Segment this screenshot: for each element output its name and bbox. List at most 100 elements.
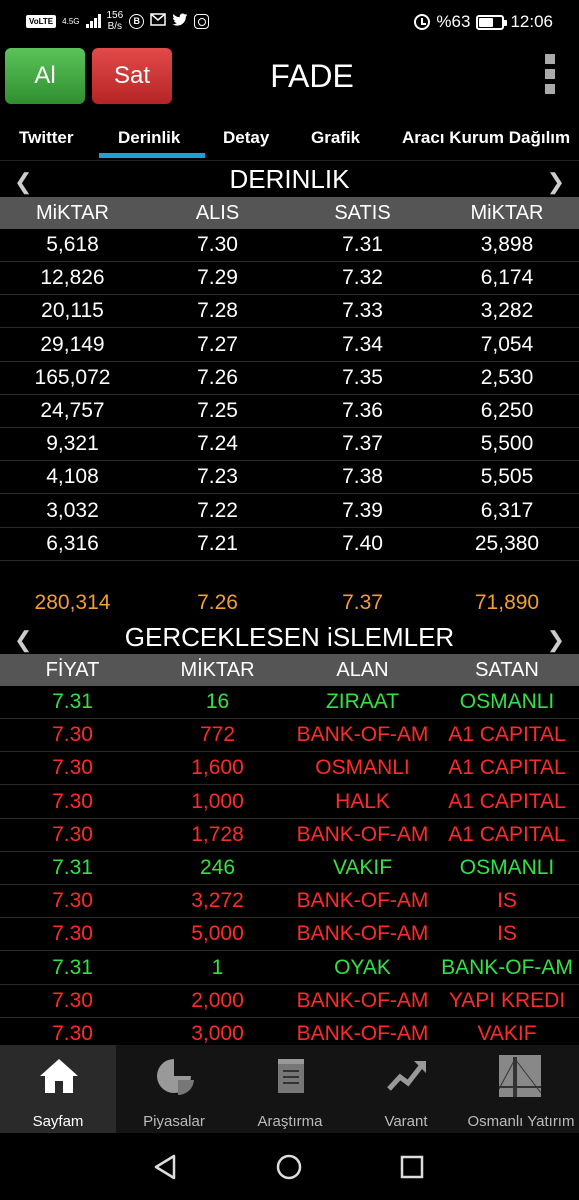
depth-totals: 280,314 7.26 7.37 71,890: [0, 587, 579, 620]
trade-seller: OSMANLI: [459, 856, 555, 879]
nav-sayfam[interactable]: Sayfam: [0, 1045, 116, 1133]
col-price: FİYAT: [45, 659, 100, 681]
trade-price: 7.31: [52, 690, 93, 713]
signal-icon: [85, 14, 101, 28]
trade-buyer: OSMANLI: [315, 756, 410, 780]
depth-title: DERINLIK: [229, 164, 350, 194]
trade-qty: 5,000: [191, 922, 244, 946]
bid-price: 7.23: [197, 465, 238, 489]
trade-seller: IS: [497, 922, 517, 946]
trade-qty: 3,000: [191, 1022, 244, 1045]
depth-row: 4,108 7.23 7.38 5,505: [0, 461, 579, 495]
sell-button[interactable]: Sat: [92, 48, 172, 104]
twitter-icon: [172, 13, 188, 30]
trade-qty: 1,600: [191, 756, 244, 780]
trade-row[interactable]: 7.31 1 OYAK BANK-OF-AM: [0, 952, 579, 985]
ask-price: 7.39: [342, 498, 383, 522]
battery-percent: %63: [436, 12, 471, 31]
col-seller: SATAN: [475, 659, 539, 681]
network-speed: 156 B/s: [107, 10, 124, 32]
bid-price: 7.29: [197, 266, 238, 290]
home-icon: [40, 1059, 78, 1093]
trades-column-header: FİYAT MİKTAR ALAN SATAN: [0, 654, 579, 686]
trade-buyer: BANK-OF-AM: [296, 889, 429, 913]
trade-row[interactable]: 7.31 16 ZIRAAT OSMANLI: [0, 686, 579, 719]
trade-row[interactable]: 7.30 772 BANK-OF-AM A1 CAPITAL: [0, 719, 579, 753]
trade-price: 7.30: [52, 889, 93, 913]
nav-arastirma[interactable]: Araştırma: [232, 1045, 348, 1133]
trade-row[interactable]: 7.30 2,000 BANK-OF-AM YAPI KREDI: [0, 985, 579, 1018]
alarm-icon: [414, 14, 431, 30]
trade-buyer: HALK: [335, 789, 390, 813]
trade-price: 7.31: [52, 955, 93, 979]
trade-qty: 3,272: [191, 889, 244, 913]
trade-buyer: BANK-OF-AM: [296, 723, 429, 747]
ask-price: 7.32: [342, 266, 383, 290]
trade-buyer: OYAK: [334, 955, 391, 979]
ask-qty: 25,380: [474, 531, 540, 555]
kebab-menu-icon[interactable]: [543, 54, 557, 94]
bid-qty: 6,316: [46, 531, 99, 555]
buy-button[interactable]: Al: [5, 48, 85, 104]
trade-qty: 1: [211, 955, 224, 979]
back-icon[interactable]: [152, 1153, 180, 1181]
volte-icon: VoLTE: [26, 14, 57, 28]
col-ask: SATIS: [334, 202, 391, 224]
nav-osmanli-yatirim[interactable]: Osmanlı Yatırım: [463, 1045, 579, 1133]
speed-value: 156: [106, 10, 124, 21]
battery-icon: [476, 14, 508, 30]
trade-row[interactable]: 7.30 5,000 BANK-OF-AM IS: [0, 918, 579, 952]
instagram-icon: [194, 13, 210, 29]
trade-price: 7.30: [52, 756, 93, 780]
trade-seller: YAPI KREDI: [448, 988, 566, 1012]
trade-buyer: BANK-OF-AM: [296, 1022, 429, 1045]
ask-qty: 5,500: [480, 432, 534, 456]
trade-row[interactable]: 7.30 3,272 BANK-OF-AM IS: [0, 885, 579, 919]
trade-qty: 246: [199, 856, 236, 879]
trade-price: 7.30: [52, 1022, 93, 1045]
active-tab-indicator: [99, 153, 205, 158]
bid-price: 7.28: [197, 299, 238, 323]
chevron-right-icon[interactable]: ❯: [547, 627, 565, 653]
tab-twitter[interactable]: Twitter: [19, 128, 73, 148]
ask-qty: 3,282: [480, 299, 534, 323]
chevron-right-icon[interactable]: ❯: [547, 169, 565, 195]
nav-piyasalar[interactable]: Piyasalar: [116, 1045, 232, 1133]
network-type: 4.5G: [62, 16, 80, 26]
home-circle-icon[interactable]: [275, 1153, 303, 1181]
trade-price: 7.30: [52, 723, 93, 747]
trade-price: 7.31: [52, 856, 93, 879]
tab-detay[interactable]: Detay: [223, 128, 269, 148]
trade-row[interactable]: 7.30 1,728 BANK-OF-AM A1 CAPITAL: [0, 819, 579, 852]
recents-icon[interactable]: [399, 1154, 425, 1180]
ask-price: 7.33: [342, 299, 383, 323]
bid-price: 7.21: [197, 531, 238, 555]
nav-varant[interactable]: Varant: [348, 1045, 464, 1133]
bid-qty: 20,115: [41, 299, 104, 323]
tab-araci-kurum-dagilim[interactable]: Aracı Kurum Dağılım: [402, 128, 570, 148]
total-ask-qty: 71,890: [474, 591, 540, 614]
nav-label: Osmanlı Yatırım: [467, 1113, 575, 1130]
bid-qty: 12,826: [40, 266, 105, 290]
trades-title: GERCEKLESEN iSLEMLER: [124, 622, 455, 652]
ask-qty: 2,530: [480, 365, 534, 389]
ask-qty: 5,505: [480, 465, 534, 489]
tab-derinlik[interactable]: Derinlik: [118, 128, 180, 148]
trades-header: ❮ GERCEKLESEN iSLEMLER ❯: [0, 622, 579, 656]
depth-row: 29,149 7.27 7.34 7,054: [0, 329, 579, 362]
bid-price: 7.30: [197, 233, 238, 256]
trade-seller: IS: [497, 889, 517, 913]
depth-row: 24,757 7.25 7.36 6,250: [0, 395, 579, 428]
tab-grafik[interactable]: Grafik: [311, 128, 360, 148]
ask-price: 7.37: [342, 432, 383, 456]
trade-row[interactable]: 7.30 1,600 OSMANLI A1 CAPITAL: [0, 752, 579, 786]
trade-buyer: BANK-OF-AM: [296, 822, 429, 846]
trade-seller: A1 CAPITAL: [448, 822, 566, 846]
ask-qty: 3,898: [480, 233, 534, 256]
trade-buyer: BANK-OF-AM: [296, 988, 429, 1012]
status-right: %63 12:06: [414, 12, 553, 32]
trade-row[interactable]: 7.30 1,000 HALK A1 CAPITAL: [0, 786, 579, 819]
trade-row[interactable]: 7.31 246 VAKIF OSMANLI: [0, 852, 579, 885]
trend-up-icon: [387, 1061, 426, 1091]
ask-qty: 6,250: [480, 399, 534, 422]
